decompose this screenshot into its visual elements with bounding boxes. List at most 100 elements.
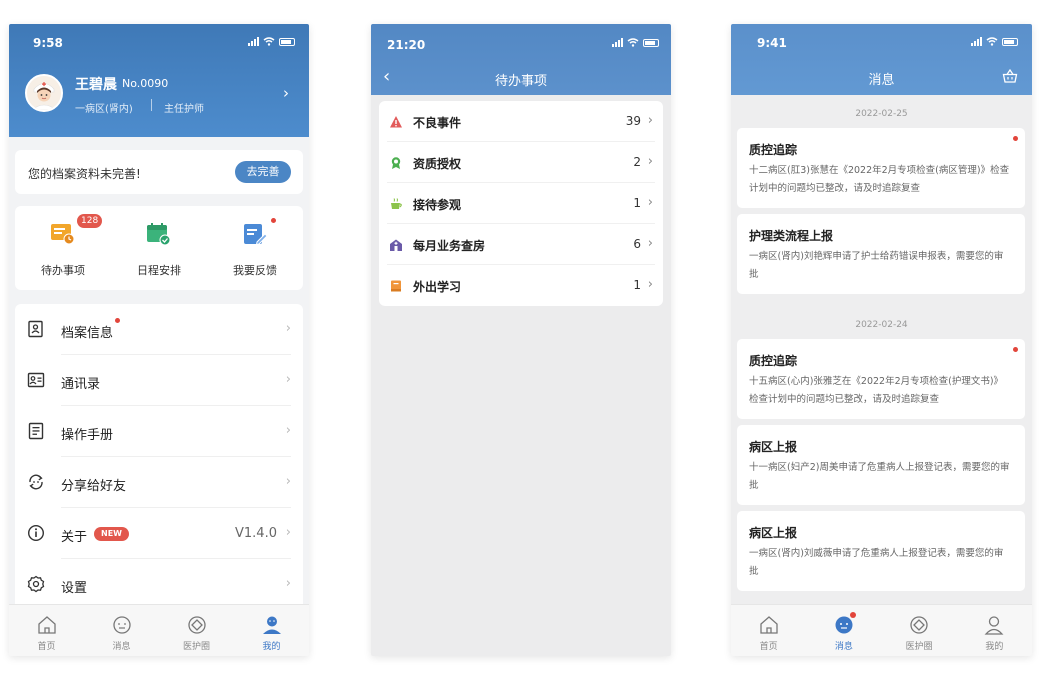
todo-item-label: 资质授权 — [413, 157, 462, 171]
status-system-icons — [971, 37, 1018, 46]
tab-home[interactable]: 首页 — [731, 605, 806, 656]
todo-item-ward-round[interactable]: 每月业务查房 6 › — [379, 224, 663, 265]
tab-me[interactable]: 我的 — [957, 605, 1032, 656]
avatar[interactable] — [25, 74, 63, 112]
tab-label: 医护圈 — [905, 642, 933, 652]
todo-item-study-trip[interactable]: 外出学习 1 › — [379, 265, 663, 306]
quick-action-label: 日程安排 — [137, 264, 181, 277]
warning-icon — [390, 116, 402, 128]
menu-item-label: 通讯录 — [61, 377, 101, 392]
battery-icon — [279, 37, 295, 46]
tab-label: 首页 — [759, 642, 778, 652]
todo-item-label: 每月业务查房 — [413, 239, 486, 253]
menu-item-manual[interactable]: 操作手册 › — [15, 406, 303, 457]
unread-dot — [115, 318, 120, 323]
message-card[interactable]: 质控追踪 十二病区(肛3)张慧在《2022年2月专项检查(病区管理)》检查计划中… — [737, 128, 1025, 208]
wifi-icon — [986, 37, 998, 46]
message-card[interactable]: 病区上报 十一病区(妇产2)周美申请了危重病人上报登记表，需要您的审批 — [737, 425, 1025, 505]
battery-icon — [1002, 37, 1018, 46]
chevron-right-icon: › — [285, 372, 291, 387]
chevron-right-icon[interactable]: › — [283, 84, 289, 102]
unread-dot — [1013, 347, 1018, 352]
status-system-icons — [612, 38, 659, 47]
signal-icon — [971, 37, 982, 46]
signal-icon — [612, 38, 623, 47]
settings-menu: 档案信息 › 通讯录 › 操作手册 › 分享给好友 › 关于 NEW V1.4.… — [15, 304, 303, 629]
tab-messages[interactable]: 消息 — [806, 605, 881, 656]
complete-profile-button[interactable]: 去完善 — [235, 161, 291, 183]
todo-item-count: 2 — [633, 155, 641, 169]
profile-incomplete-notice: 您的档案资料未完善! 去完善 — [15, 150, 303, 194]
todo-header: 21:20 ‹ 待办事项 — [371, 24, 671, 95]
profile-header[interactable]: 9:58 王碧晨 No.0090 一病区(肾内) 主任护师 › — [9, 24, 309, 137]
tab-bar: 首页 消息 医护圈 我的 — [731, 604, 1032, 656]
tab-label: 医护圈 — [182, 642, 210, 652]
message-body: 十二病区(肛3)张慧在《2022年2月专项检查(病区管理)》检查计划中的问题均已… — [749, 165, 1010, 194]
reception-icon — [391, 198, 402, 209]
quick-action-feedback[interactable]: 我要反馈 — [207, 206, 303, 290]
tab-label: 消息 — [112, 642, 131, 652]
tab-circle[interactable]: 医护圈 — [159, 605, 234, 656]
tab-circle[interactable]: 医护圈 — [882, 605, 957, 656]
message-body: 十五病区(心内)张雅芝在《2022年2月专项检查(护理文书)》检查计划中的问题均… — [749, 376, 1004, 405]
message-body: 一病区(肾内)刘艳辉申请了护士给药错误申报表，需要您的审批 — [749, 251, 1004, 280]
todo-item-authorization[interactable]: 资质授权 2 › — [379, 142, 663, 183]
messages-screen: 9:41 消息 2022-02-25 质控追踪 十二病区(肛3)张慧在《2022… — [731, 24, 1032, 656]
status-bar: 9:58 — [9, 24, 309, 60]
staff-number: No.0090 — [122, 77, 169, 90]
todo-item-reception[interactable]: 接待参观 1 › — [379, 183, 663, 224]
chevron-right-icon: › — [285, 423, 291, 438]
ward-round-icon — [390, 239, 402, 251]
tab-messages[interactable]: 消息 — [84, 605, 159, 656]
divider — [151, 99, 152, 111]
todo-item-adverse-event[interactable]: 不良事件 39 › — [379, 101, 663, 142]
menu-item-contacts[interactable]: 通讯录 › — [15, 355, 303, 406]
tab-label: 我的 — [985, 642, 1004, 652]
battery-icon — [643, 38, 659, 47]
todo-item-count: 39 — [625, 114, 641, 128]
message-card[interactable]: 护理类流程上报 一病区(肾内)刘艳辉申请了护士给药错误申报表，需要您的审批 — [737, 214, 1025, 294]
user-icon — [262, 616, 281, 634]
menu-item-share[interactable]: 分享给好友 › — [15, 457, 303, 508]
wifi-icon — [263, 37, 275, 46]
feedback-unread-dot — [270, 217, 277, 224]
chevron-right-icon: › — [647, 195, 653, 210]
quick-action-label: 我要反馈 — [233, 264, 277, 277]
menu-item-label: 关于 — [61, 530, 88, 545]
todo-count-badge: 128 — [77, 214, 103, 228]
tab-home[interactable]: 首页 — [9, 605, 84, 656]
app-version: V1.4.0 — [235, 526, 277, 541]
tab-me[interactable]: 我的 — [234, 605, 309, 656]
chevron-right-icon: › — [285, 321, 291, 336]
new-badge: NEW — [94, 527, 129, 541]
menu-item-profile-file[interactable]: 档案信息 › — [15, 304, 303, 355]
share-icon — [29, 474, 43, 490]
menu-item-settings[interactable]: 设置 › — [15, 559, 303, 610]
menu-item-about[interactable]: 关于 NEW V1.4.0 › — [15, 508, 303, 559]
page-title: 消息 — [868, 73, 895, 88]
chevron-right-icon: › — [285, 474, 291, 489]
chevron-right-icon: › — [285, 525, 291, 540]
todo-list: 不良事件 39 › 资质授权 2 › 接待参观 1 › 每月业务查房 6 › 外… — [379, 101, 663, 306]
chevron-right-icon: › — [647, 277, 653, 292]
profile-file-icon — [28, 320, 43, 338]
message-card[interactable]: 质控追踪 十五病区(心内)张雅芝在《2022年2月专项检查(护理文书)》检查计划… — [737, 339, 1025, 419]
todo-icon — [51, 224, 75, 245]
quick-action-label: 待办事项 — [41, 264, 85, 277]
status-bar: 21:20 — [371, 24, 671, 60]
status-time: 9:41 — [757, 36, 787, 50]
contacts-icon — [27, 372, 45, 388]
wifi-icon — [627, 38, 639, 47]
quick-action-schedule[interactable]: 日程安排 — [111, 206, 207, 290]
settings-icon — [27, 575, 45, 593]
messages-header: 9:41 消息 — [731, 24, 1032, 95]
page-title: 待办事项 — [494, 74, 547, 89]
user-department: 一病区(肾内) — [75, 104, 133, 115]
home-icon — [759, 616, 778, 634]
message-card[interactable]: 病区上报 一病区(肾内)刘威薇申请了危重病人上报登记表，需要您的审批 — [737, 511, 1025, 591]
clear-messages-icon[interactable] — [1002, 68, 1018, 84]
message-date-label: 2022-02-24 — [855, 320, 908, 330]
message-date-label: 2022-02-25 — [855, 109, 908, 119]
chevron-right-icon: › — [285, 576, 291, 591]
quick-action-todo[interactable]: 128 待办事项 — [15, 206, 111, 290]
